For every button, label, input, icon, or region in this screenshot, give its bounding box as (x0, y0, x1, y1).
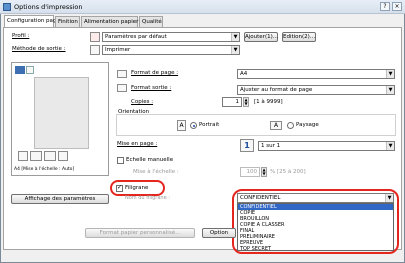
paper-preview (34, 77, 89, 149)
mise-echelle-range: % [25 à 200] (270, 169, 306, 175)
page-layout-icon (30, 151, 42, 161)
mise-echelle-label: Mise à l'échelle : (133, 169, 179, 175)
ajouter-button[interactable]: Ajouter(1)... (244, 32, 278, 42)
paysage-icon: A (270, 121, 282, 130)
mise-echelle-input[interactable]: 100 (240, 167, 260, 177)
options-button[interactable]: Option (202, 228, 236, 238)
tab-alimentation-papier[interactable]: Alimentation papier (81, 16, 138, 27)
filigrane-select[interactable]: CONFIDENTIEL ▼ (237, 193, 394, 203)
copies-stepper[interactable]: ▲ ▼ (243, 97, 249, 107)
profil-value: Paramètres par défaut (105, 34, 167, 40)
mise-en-page-value: 1 sur 1 (261, 143, 281, 149)
title-bar: Options d'impression ? × (0, 0, 405, 14)
profile-icon (90, 32, 100, 42)
output-format-icon (117, 84, 127, 92)
page-preview: A4 [Mise à l'échelle : Auto] (11, 62, 109, 176)
printer-icon (90, 45, 100, 55)
dropdown-option[interactable]: TOP SECRET (238, 246, 393, 252)
mise-en-page-label: Mise en page : (117, 141, 158, 147)
window-title: Options d'impression (14, 3, 83, 11)
chevron-down-icon[interactable]: ▼ (385, 194, 393, 202)
edition-button[interactable]: Edition(2)... (282, 32, 316, 42)
format-sortie-label: Format sortie : (131, 85, 172, 91)
chevron-down-icon[interactable]: ▼ (386, 86, 394, 94)
chevron-down-icon[interactable]: ▼ (231, 33, 239, 41)
echelle-manuelle-checkbox[interactable] (117, 157, 124, 164)
preview-mode-icon (15, 66, 25, 74)
copies-label: Copies : (131, 99, 154, 105)
methode-sortie-label: Méthode de sortie : (12, 46, 66, 52)
filigrane-checkbox[interactable] (116, 184, 123, 192)
profil-label: Profil : (12, 33, 30, 39)
paysage-radio[interactable] (287, 122, 294, 129)
help-button[interactable]: ? (380, 2, 390, 11)
format-sortie-select[interactable]: Ajuster au format de page ▼ (237, 85, 395, 95)
copies-range: [1 à 9999] (254, 99, 283, 105)
tab-qualite[interactable]: Qualité (139, 16, 163, 27)
portrait-label: Portrait (199, 122, 220, 128)
methode-sortie-value: Imprimer (105, 47, 131, 53)
chevron-down-icon[interactable]: ▼ (231, 46, 239, 54)
mise-en-page-select[interactable]: 1 sur 1 ▼ (258, 141, 395, 151)
filigrane-value: CONFIDENTIEL (240, 195, 281, 201)
portrait-icon: A (177, 120, 186, 131)
format-sortie-value: Ajuster au format de page (240, 87, 313, 93)
portrait-radio[interactable] (190, 122, 197, 129)
echelle-manuelle-label: Echelle manuelle (126, 157, 174, 163)
filigrane-dropdown-list: CONFIDENTIEL COPIE BROUILLON COPIE A CLA… (237, 203, 394, 252)
mise-echelle-stepper[interactable]: ▲ ▼ (261, 167, 267, 177)
filigrane-label: Filigrane (125, 185, 149, 191)
format-page-value: A4 (240, 71, 248, 77)
printer-app-icon (3, 3, 11, 11)
preview-toggle-icon[interactable] (26, 66, 34, 74)
affichage-parametres-button[interactable]: Affichage des paramètres (11, 194, 109, 204)
preview-icons (18, 151, 78, 163)
format-page-label: Format de page : (131, 70, 179, 76)
staple-icon (58, 151, 68, 161)
methode-sortie-select[interactable]: Imprimer ▼ (102, 45, 240, 55)
close-button[interactable]: × (392, 2, 402, 11)
format-page-select[interactable]: A4 ▼ (237, 69, 395, 79)
duplex-icon (44, 151, 56, 161)
tab-finition[interactable]: Finition (55, 16, 80, 27)
orientation-group (116, 114, 396, 136)
chevron-down-icon[interactable]: ▼ (386, 70, 394, 78)
copies-input[interactable]: 1 (222, 97, 242, 107)
printer-small-icon (18, 151, 28, 161)
chevron-down-icon[interactable]: ▼ (386, 142, 394, 150)
tab-configuration-page[interactable]: Configuration page (4, 15, 60, 27)
paysage-label: Paysage (296, 122, 319, 128)
page-format-icon (117, 70, 127, 78)
filigrane-name-label: Nom du filigrane : (125, 195, 170, 201)
profil-select[interactable]: Paramètres par défaut ▼ (102, 32, 240, 42)
page-layout-one-icon: 1 (240, 139, 254, 152)
format-papier-perso-button[interactable]: Format papier personnalisé... (85, 228, 195, 238)
preview-caption: A4 [Mise à l'échelle : Auto] (14, 167, 75, 172)
